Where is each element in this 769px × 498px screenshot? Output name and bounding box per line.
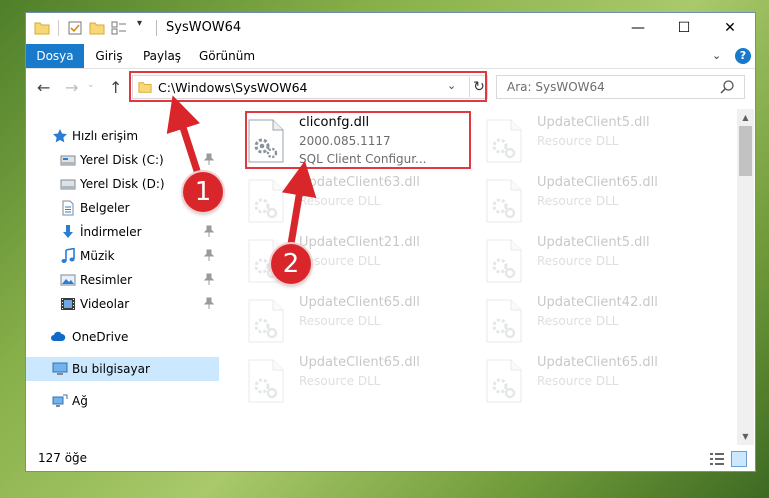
arrow-to-file [281, 160, 317, 251]
step-2-badge: 2 [271, 244, 311, 284]
arrow-to-address-bar [166, 95, 204, 182]
annotation-arrows [166, 95, 317, 251]
step-1-badge: 1 [183, 172, 223, 212]
